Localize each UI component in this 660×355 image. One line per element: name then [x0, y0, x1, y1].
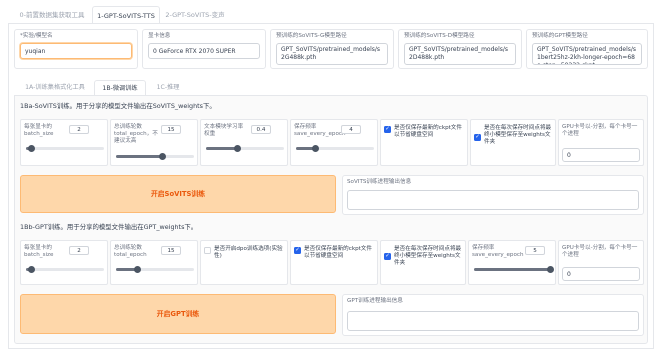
sovits-output-textbox[interactable]	[347, 190, 639, 210]
gpt-save-input[interactable]: 5	[525, 246, 545, 255]
gpt-weights-label: 是否在每次保存时间点将最终小模型保存至weights文件夹	[394, 246, 462, 266]
gpt-batch-label: 每张显卡的batch_size	[24, 245, 54, 258]
app-root: 0-前置数据集获取工具 1-GPT-SoVITS-TTS 2-GPT-SoVIT…	[0, 0, 660, 355]
tab-1c-inference[interactable]: 1C-推理	[146, 80, 190, 96]
tab-1b-finetune[interactable]: 1B-微调训练	[94, 80, 146, 96]
sovits-epoch-slider[interactable]	[116, 153, 194, 160]
gpt-batch-slider-thumb[interactable]	[27, 266, 35, 273]
sovits-d-input[interactable]: GPT_SoVITS/pretrained_models/s2D488k.pth	[404, 43, 516, 65]
gpt-output-label: GPT训练进程输出信息	[347, 298, 403, 304]
gpt-save-slider[interactable]	[474, 266, 554, 273]
gpt-dpo-block: 是否开启dpo训练选项(实验性)	[200, 240, 288, 285]
gpt-pretrained-input[interactable]: GPT_SoVITS/pretrained_models/s1bert25hz-…	[532, 43, 642, 65]
gpt-gpu-block: GPU卡号以-分割，每个卡号一个进程 0	[558, 240, 644, 285]
tab-gpt-sovits-tts[interactable]: 1-GPT-SoVITS-TTS	[92, 6, 160, 24]
sovits-epoch-block: 总训练轮数total_epoch，不建议太高 15	[110, 119, 198, 166]
gpt-weights-checkbox[interactable]: ✓	[384, 253, 391, 260]
sovits-g-input[interactable]: GPT_SoVITS/pretrained_models/s2G488k.pth	[276, 43, 388, 65]
sovits-d-label: 预训练的SoVITS-D模型路径	[404, 33, 475, 39]
gpt-output-textbox[interactable]	[347, 311, 639, 331]
gpt-pretrained-block: 预训练的GPT模型路径 GPT_SoVITS/pretrained_models…	[526, 29, 648, 69]
gpt-gpu-label: GPU卡号以-分割，每个卡号一个进程	[562, 245, 638, 258]
gpt-save-label: 保存频率save_every_epoch	[472, 245, 524, 258]
gpt-latest-ckpt-checkbox[interactable]: ✓	[294, 247, 301, 254]
gpt-output-block: GPT训练进程输出信息	[342, 294, 644, 336]
gpt-pretrained-label: 预训练的GPT模型路径	[532, 33, 588, 39]
sovits-weights-label: 是否在每次保存时间点将最终小模型保存至weights文件夹	[484, 125, 552, 145]
sovits-save-slider[interactable]	[296, 145, 374, 152]
sovits-batch-slider[interactable]	[26, 145, 104, 152]
sovits-save-slider-thumb[interactable]	[312, 145, 319, 152]
exp-name-input[interactable]: yuqian	[20, 43, 132, 59]
sovits-output-block: SoVITS训练进程输出信息	[342, 175, 644, 215]
sovits-latest-ckpt-block: ✓ 是否仅保存最新的ckpt文件以节省硬盘空间	[380, 119, 468, 166]
sovits-section-title: 1Ba-SoVITS训练。用于分享的模型文件输出在SoVITS_weights下…	[20, 102, 216, 110]
tab-dataset-tools[interactable]: 0-前置数据集获取工具	[12, 6, 92, 24]
sovits-batch-input[interactable]: 2	[69, 125, 89, 134]
sovits-lr-block: 文本模块学习率权重 0.4	[200, 119, 288, 166]
gpt-save-slider-fill	[474, 268, 551, 271]
gpt-section-title: 1Bb-GPT训练。用于分享的模型文件输出在GPT_weights下。	[20, 223, 198, 231]
sovits-lr-slider-fill	[206, 147, 238, 150]
sovits-latest-ckpt-label: 是否仅保存最新的ckpt文件以节省硬盘空间	[394, 125, 462, 138]
sovits-batch-label: 每张显卡的batch_size	[24, 124, 54, 137]
sovits-epoch-slider-fill	[116, 155, 163, 158]
gpu-info-label: 显卡信息	[148, 33, 171, 39]
gpt-latest-ckpt-block: ✓ 是否仅保存最新的ckpt文件以节省硬盘空间	[290, 240, 378, 285]
gpt-epoch-slider-thumb[interactable]	[133, 266, 141, 273]
gpt-save-block: 保存频率save_every_epoch 5	[468, 240, 556, 285]
sovits-save-block: 保存频率save_every_epoch 4	[290, 119, 378, 166]
sovits-batch-slider-thumb[interactable]	[27, 145, 35, 152]
sovits-latest-ckpt-checkbox[interactable]: ✓	[384, 126, 391, 133]
sovits-weights-checkbox[interactable]: ✓	[474, 134, 481, 141]
start-sovits-training-button[interactable]: 开启SoVITS训练	[20, 175, 336, 213]
gpt-epoch-slider[interactable]	[116, 266, 194, 273]
gpt-epoch-label: 总训练轮数total_epoch	[114, 245, 147, 258]
sovits-gpu-block: GPU卡号以-分割，每个卡号一个进程 0	[558, 119, 644, 166]
gpu-info-block: 显卡信息 0 GeForce RTX 2070 SUPER	[142, 29, 266, 69]
start-gpt-training-button[interactable]: 开启GPT训练	[20, 294, 336, 334]
gpt-dpo-checkbox[interactable]	[204, 247, 211, 254]
gpt-dpo-label: 是否开启dpo训练选项(实验性)	[214, 246, 283, 259]
sovits-g-label: 预训练的SoVITS-G模型路径	[276, 33, 347, 39]
gpu-info-field: 0 GeForce RTX 2070 SUPER	[148, 43, 260, 59]
sovits-d-block: 预训练的SoVITS-D模型路径 GPT_SoVITS/pretrained_m…	[398, 29, 522, 69]
tab-voice-change[interactable]: 2-GPT-SoVITS-变声	[160, 6, 230, 24]
gpt-batch-block: 每张显卡的batch_size 2	[20, 240, 108, 285]
sovits-gpu-input[interactable]: 0	[562, 148, 640, 162]
sovits-lr-label: 文本模块学习率权重	[204, 124, 244, 137]
gpt-latest-ckpt-label: 是否仅保存最新的ckpt文件以节省硬盘空间	[304, 246, 372, 259]
exp-name-label: *实验/模型名	[20, 33, 53, 39]
sovits-epoch-input[interactable]: 15	[161, 125, 181, 134]
sovits-epoch-slider-thumb[interactable]	[159, 153, 167, 160]
gpt-epoch-block: 总训练轮数total_epoch 15	[110, 240, 198, 285]
gpt-epoch-input[interactable]: 15	[161, 246, 181, 255]
sovits-g-block: 预训练的SoVITS-G模型路径 GPT_SoVITS/pretrained_m…	[270, 29, 394, 69]
sovits-save-input[interactable]: 4	[341, 125, 361, 134]
sovits-save-label: 保存频率save_every_epoch	[294, 124, 346, 137]
gpt-save-slider-thumb[interactable]	[546, 266, 554, 273]
gpt-batch-input[interactable]: 2	[69, 246, 89, 255]
gpt-gpu-input[interactable]: 0	[562, 267, 640, 281]
gpt-weights-block: ✓ 是否在每次保存时间点将最终小模型保存至weights文件夹	[380, 240, 466, 285]
sovits-gpu-label: GPU卡号以-分割，每个卡号一个进程	[562, 124, 638, 137]
sovits-lr-slider[interactable]	[206, 145, 284, 152]
sovits-epoch-label: 总训练轮数total_epoch，不建议太高	[114, 124, 158, 144]
gpt-batch-slider[interactable]	[26, 266, 104, 273]
sovits-batch-block: 每张显卡的batch_size 2	[20, 119, 108, 166]
sovits-output-label: SoVITS训练进程输出信息	[347, 179, 412, 185]
exp-name-block: *实验/模型名 yuqian	[14, 29, 138, 69]
sovits-lr-input[interactable]: 0.4	[251, 125, 271, 134]
sovits-lr-slider-thumb[interactable]	[233, 145, 241, 152]
tab-1a-format-tools[interactable]: 1A-训练集格式化工具	[16, 80, 94, 96]
sovits-weights-block: ✓ 是否在每次保存时间点将最终小模型保存至weights文件夹	[470, 119, 556, 166]
